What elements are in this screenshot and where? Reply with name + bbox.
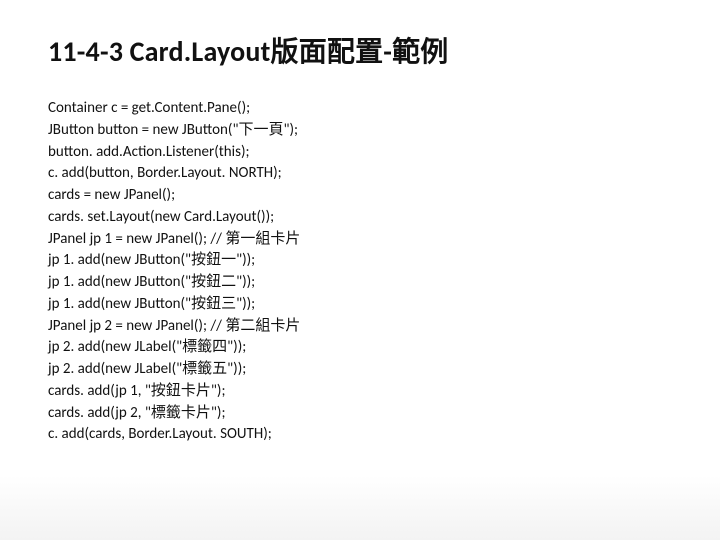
code-line: button. add.Action.Listener(this); [48,142,672,164]
code-block: Container c = get.Content.Pane(); JButto… [48,98,672,446]
code-line: Container c = get.Content.Pane(); [48,98,672,120]
code-line: jp 2. add(new JLabel("標籤四")); [48,337,672,359]
code-line: c. add(cards, Border.Layout. SOUTH); [48,424,672,446]
code-line: JPanel jp 1 = new JPanel(); // 第一組卡片 [48,229,672,251]
page-title: 11-4-3 Card.Layout版面配置-範例 [48,30,672,70]
slide: 11-4-3 Card.Layout版面配置-範例 Container c = … [0,0,720,540]
code-line: jp 1. add(new JButton("按鈕三")); [48,294,672,316]
code-line: JButton button = new JButton("下一頁"); [48,120,672,142]
code-line: jp 1. add(new JButton("按鈕二")); [48,272,672,294]
code-line: cards. set.Layout(new Card.Layout()); [48,207,672,229]
code-line: jp 1. add(new JButton("按鈕一")); [48,250,672,272]
code-line: c. add(button, Border.Layout. NORTH); [48,163,672,185]
code-line: JPanel jp 2 = new JPanel(); // 第二組卡片 [48,316,672,338]
code-line: jp 2. add(new JLabel("標籤五")); [48,359,672,381]
code-line: cards. add(jp 2, "標籤卡片"); [48,403,672,425]
code-line: cards. add(jp 1, "按鈕卡片"); [48,381,672,403]
code-line: cards = new JPanel(); [48,185,672,207]
